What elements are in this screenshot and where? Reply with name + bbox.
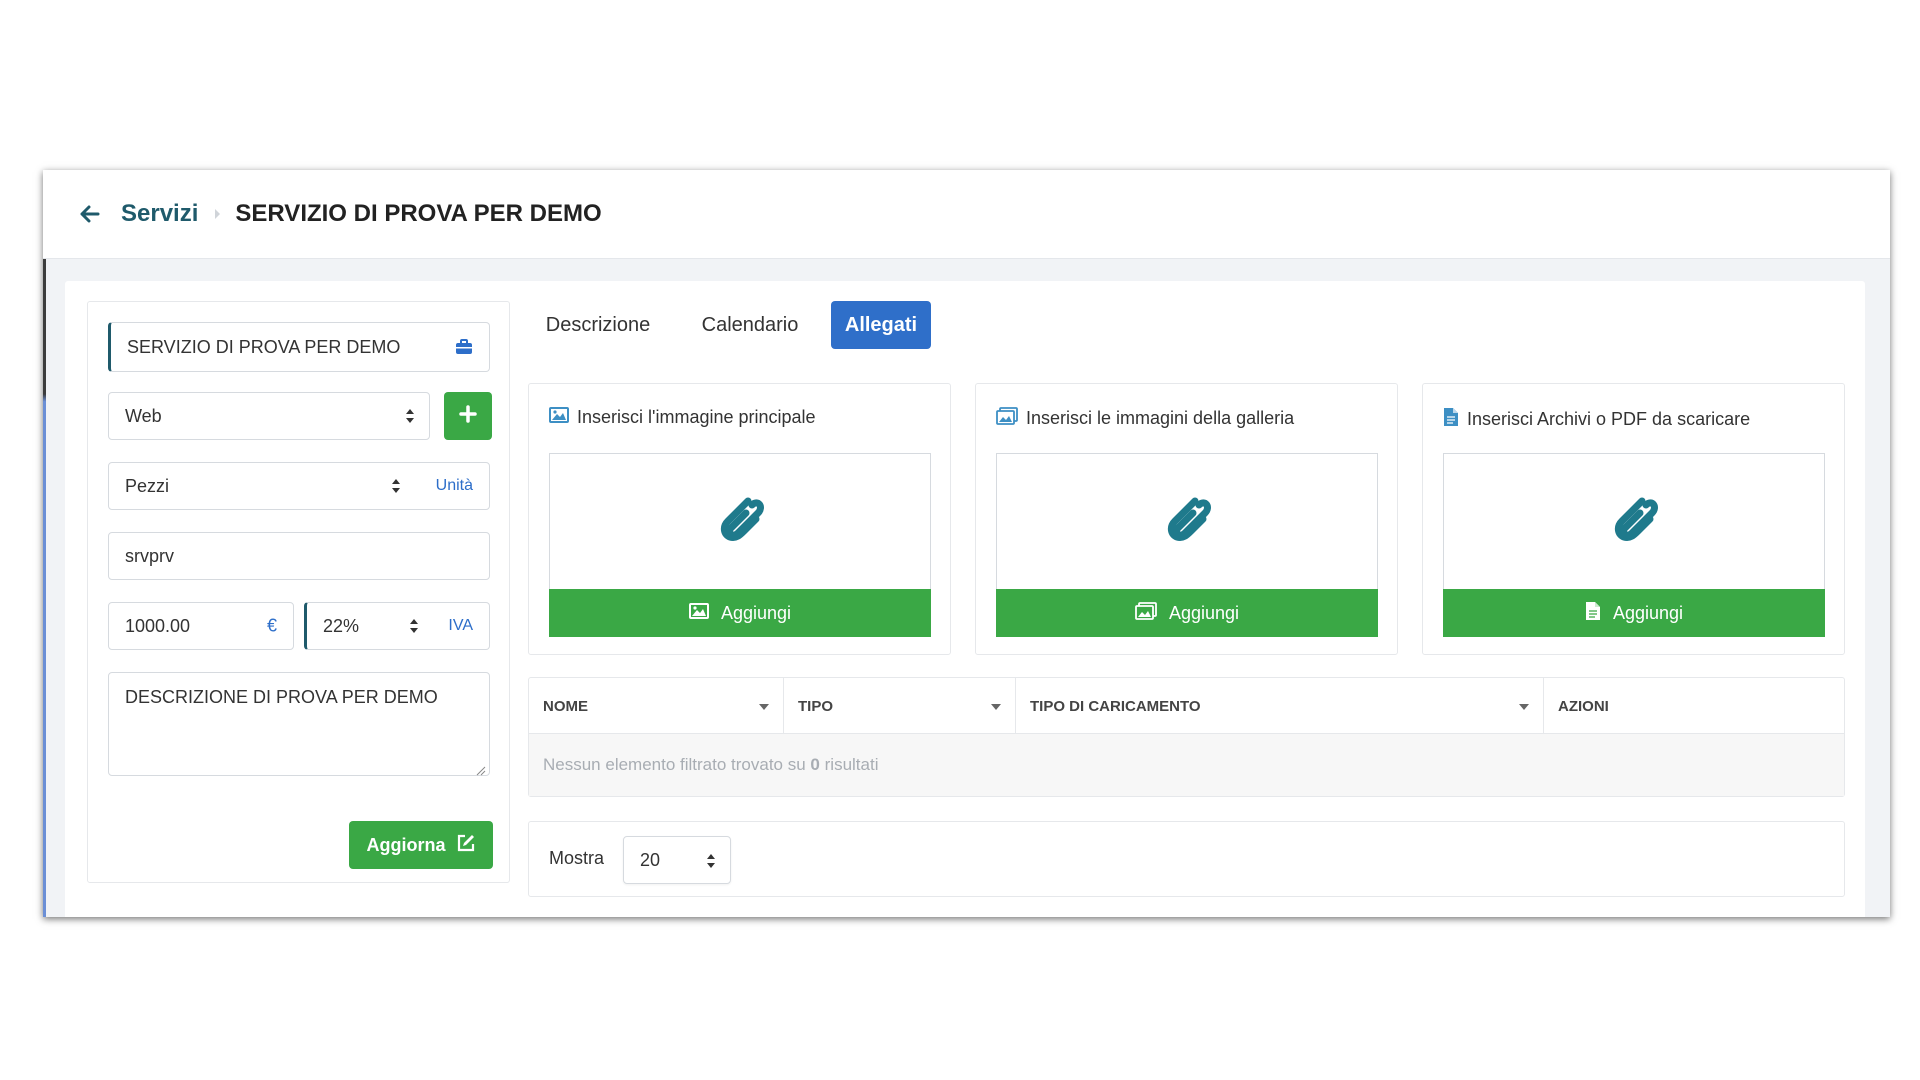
unit-value: Pezzi (125, 475, 170, 496)
description-value: DESCRIZIONE DI PROVA PER DEMO (125, 687, 438, 707)
paperclip-icon (1608, 491, 1660, 552)
back-arrow-icon[interactable] (79, 203, 101, 225)
images-icon (996, 407, 1018, 430)
unit-suffix: Unità (435, 477, 473, 494)
tab-calendario[interactable]: Calendario (685, 301, 815, 349)
category-value: Web (125, 405, 162, 426)
main-image-upload-card: Inserisci l'immagine principale Aggiungi (528, 383, 951, 655)
upload-dropzone[interactable] (549, 453, 931, 589)
paperclip-icon (714, 491, 766, 552)
add-main-image-button[interactable]: Aggiungi (549, 589, 931, 637)
card-title: Inserisci l'immagine principale (549, 407, 816, 428)
tab-label: Allegati (844, 313, 918, 336)
select-caret-icon (405, 408, 415, 424)
tab-allegati[interactable]: Allegati (831, 301, 931, 349)
service-name-field[interactable]: SERVIZIO DI PROVA PER DEMO (108, 322, 490, 372)
page-size-label: Mostra (549, 848, 605, 868)
breadcrumb-parent-link[interactable]: Servizi (121, 200, 198, 228)
select-caret-icon (409, 618, 419, 634)
unit-select[interactable]: Pezzi Unità (108, 462, 490, 510)
files-upload-card: Inserisci Archivi o PDF da scaricare Agg… (1422, 383, 1845, 655)
briefcase-icon (455, 339, 473, 360)
image-icon (688, 602, 709, 624)
card-title: Inserisci le immagini della galleria (996, 407, 1294, 430)
resize-handle-icon[interactable] (474, 760, 486, 776)
column-header-azioni: AZIONI (1544, 678, 1844, 734)
vat-select[interactable]: 22% IVA (304, 602, 490, 650)
add-category-button[interactable] (444, 392, 492, 440)
update-button[interactable]: Aggiorna (349, 821, 493, 869)
add-files-button[interactable]: Aggiungi (1443, 589, 1825, 637)
image-icon (549, 407, 569, 428)
upload-dropzone[interactable] (1443, 453, 1825, 589)
page-header: Servizi SERVIZIO DI PROVA PER DEMO (43, 170, 1890, 259)
plus-icon (459, 404, 477, 428)
app-window: Servizi SERVIZIO DI PROVA PER DEMO SERVI… (43, 170, 1890, 917)
column-header-nome[interactable]: NOME (529, 678, 784, 734)
price-input[interactable]: 1000.00 € (108, 602, 294, 650)
column-header-tipo[interactable]: TIPO (784, 678, 1016, 734)
edit-icon (456, 833, 476, 858)
pagination-bar: Mostra 20 (528, 821, 1845, 897)
card-title-text: Inserisci le immagini della galleria (1026, 408, 1295, 428)
card-title-text: Inserisci l'immagine principale (577, 407, 816, 427)
table-header: NOME TIPO TIPO DI CARICAMENTO AZIONI (529, 678, 1844, 734)
add-button-label: Aggiungi (720, 602, 792, 623)
breadcrumb-separator-icon (214, 208, 221, 220)
sort-caret-icon (759, 704, 769, 710)
add-button-label: Aggiungi (1612, 602, 1684, 623)
add-button-label: Aggiungi (1168, 602, 1240, 623)
empty-text-prefix: Nessun elemento filtrato trovato su (543, 755, 806, 774)
upload-dropzone[interactable] (996, 453, 1378, 589)
service-form: SERVIZIO DI PROVA PER DEMO Web Pezzi Uni… (87, 301, 510, 883)
empty-count: 0 (810, 755, 820, 774)
page-size-select[interactable]: 20 (623, 836, 731, 884)
column-label: TIPO (798, 697, 834, 715)
gallery-upload-card: Inserisci le immagini della galleria Agg… (975, 383, 1398, 655)
vat-value: 22% (323, 615, 360, 636)
add-gallery-button[interactable]: Aggiungi (996, 589, 1378, 637)
euro-suffix: € (266, 615, 277, 636)
select-caret-icon (391, 478, 401, 494)
empty-results-row: Nessun elemento filtrato trovato su 0 ri… (529, 734, 1844, 796)
card-title: Inserisci Archivi o PDF da scaricare (1443, 407, 1750, 432)
attachments-table: NOME TIPO TIPO DI CARICAMENTO AZIONI Nes… (528, 677, 1845, 797)
update-button-label: Aggiorna (366, 834, 446, 855)
column-label: TIPO DI CARICAMENTO (1030, 697, 1201, 715)
sort-caret-icon (1519, 704, 1529, 710)
select-caret-icon (706, 853, 716, 874)
column-label: AZIONI (1558, 697, 1609, 715)
description-textarea[interactable]: DESCRIZIONE DI PROVA PER DEMO (108, 672, 490, 776)
sort-caret-icon (991, 704, 1001, 710)
category-select[interactable]: Web (108, 392, 430, 440)
empty-text-suffix: risultati (824, 755, 879, 774)
code-input[interactable]: srvprv (108, 532, 490, 580)
price-value: 1000.00 (125, 615, 191, 636)
tab-descrizione[interactable]: Descrizione (528, 301, 668, 349)
column-header-tipo-caricamento[interactable]: TIPO DI CARICAMENTO (1016, 678, 1544, 734)
paperclip-icon (1161, 491, 1213, 552)
images-icon (1135, 601, 1157, 625)
vat-suffix: IVA (448, 617, 473, 634)
main-content: SERVIZIO DI PROVA PER DEMO Web Pezzi Uni… (65, 281, 1865, 917)
service-name-value: SERVIZIO DI PROVA PER DEMO (127, 336, 401, 357)
code-value: srvprv (125, 545, 174, 566)
column-label: NOME (543, 697, 588, 715)
page-size-value: 20 (640, 849, 661, 870)
tab-label: Calendario (701, 313, 799, 336)
file-icon (1585, 601, 1601, 626)
page-title: SERVIZIO DI PROVA PER DEMO (235, 200, 602, 227)
card-title-text: Inserisci Archivi o PDF da scaricare (1467, 409, 1751, 429)
file-icon (1443, 407, 1459, 432)
tab-label: Descrizione (545, 313, 651, 336)
